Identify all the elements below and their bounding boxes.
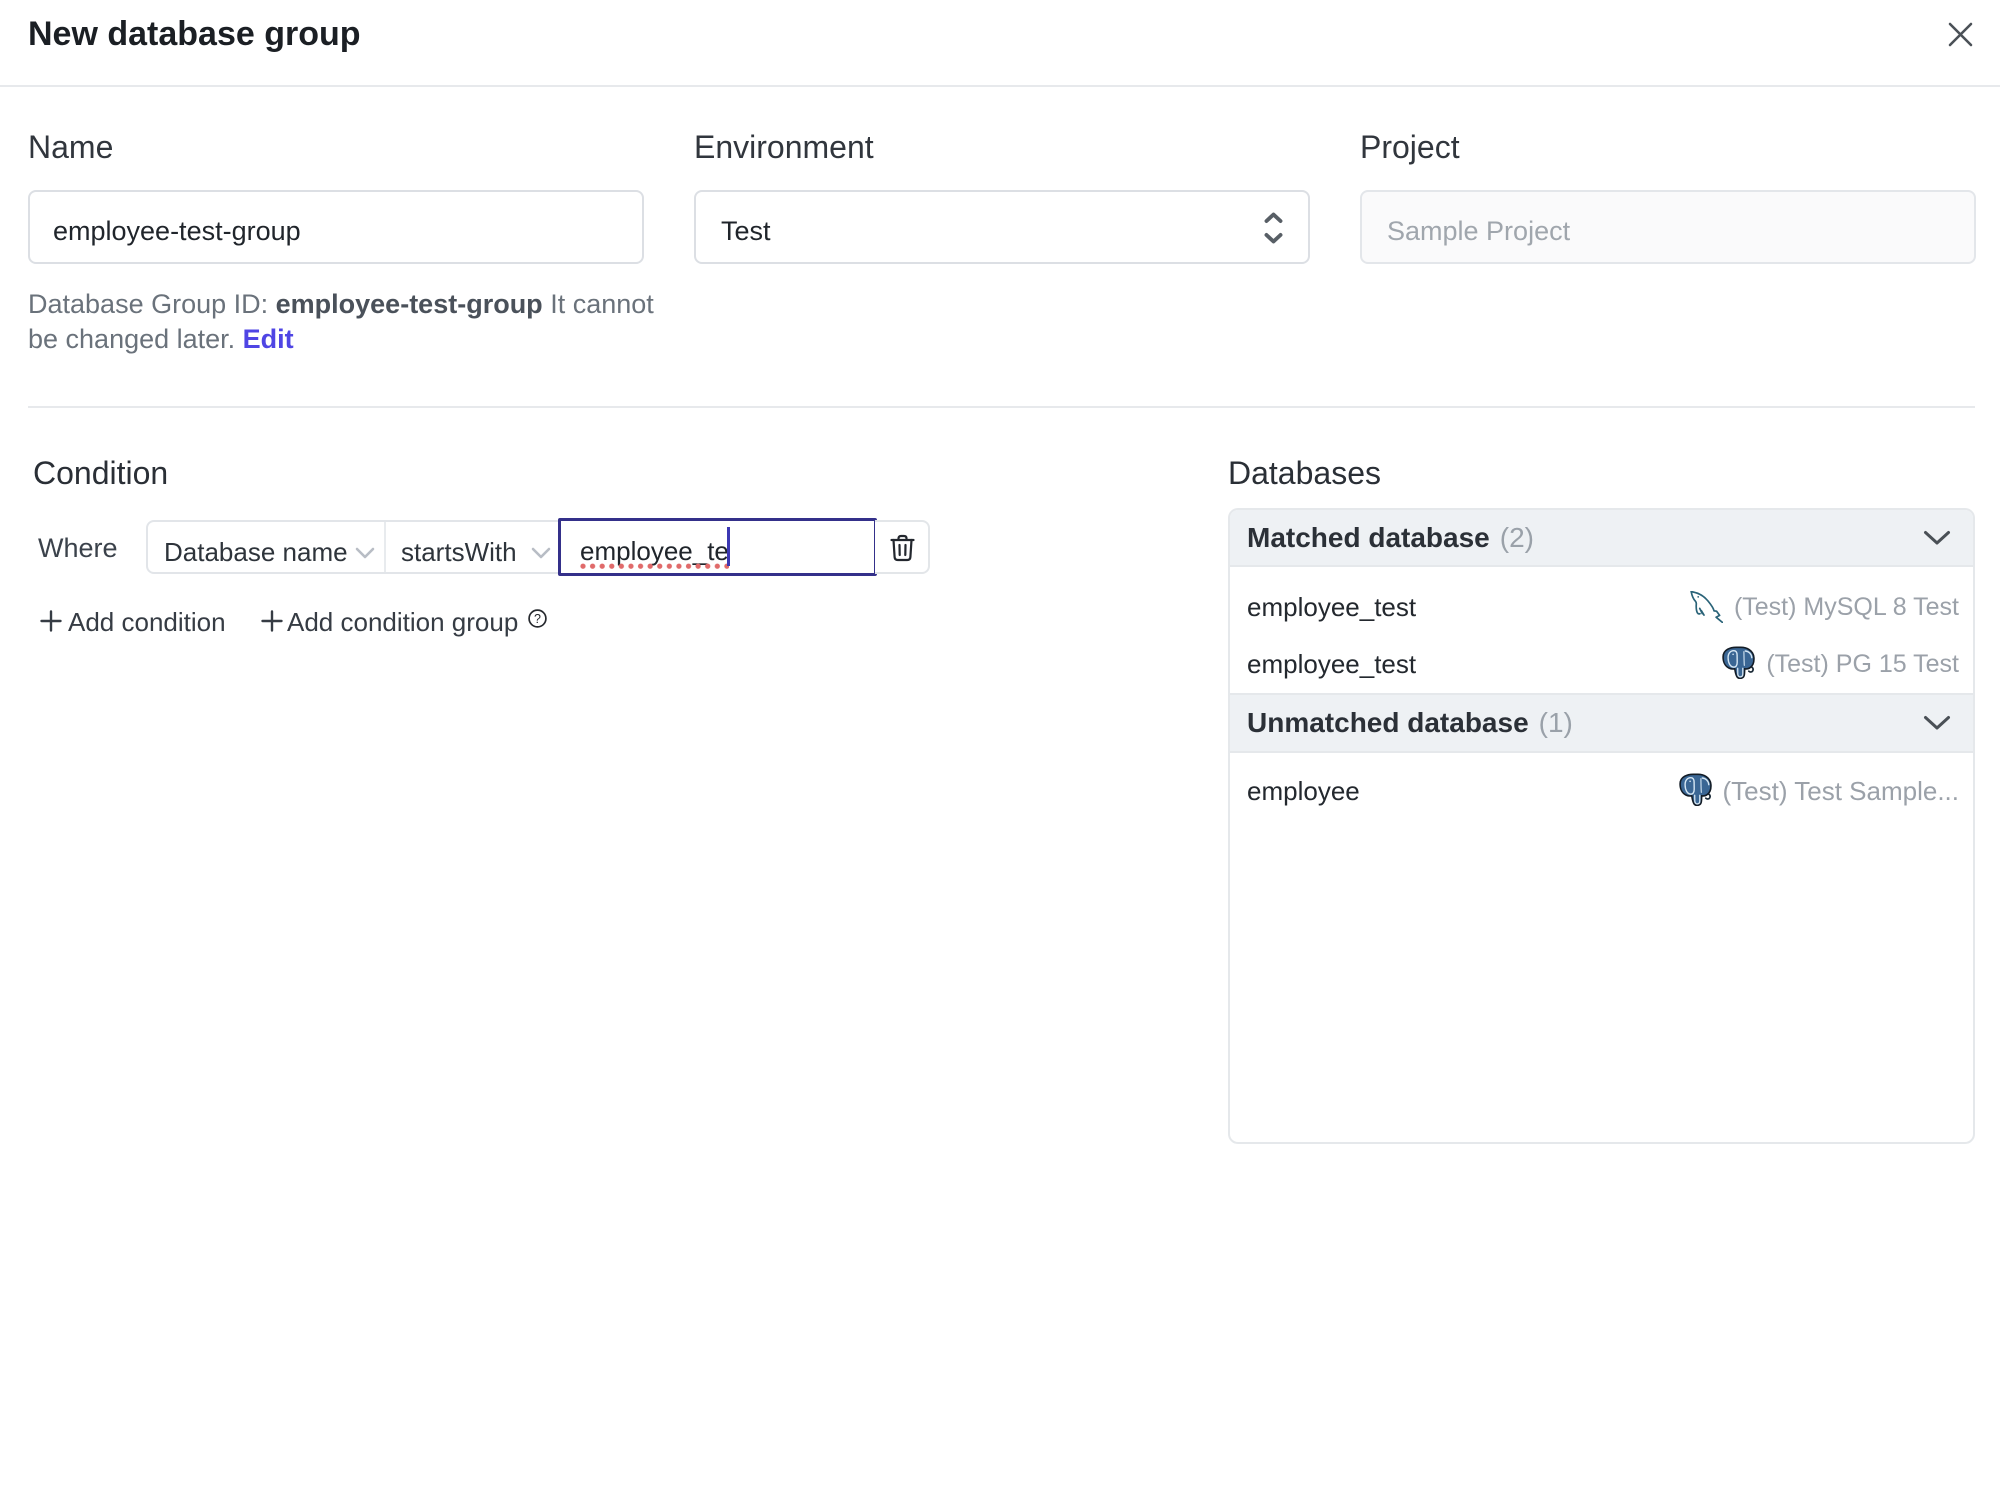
- svg-text:?: ?: [534, 612, 541, 626]
